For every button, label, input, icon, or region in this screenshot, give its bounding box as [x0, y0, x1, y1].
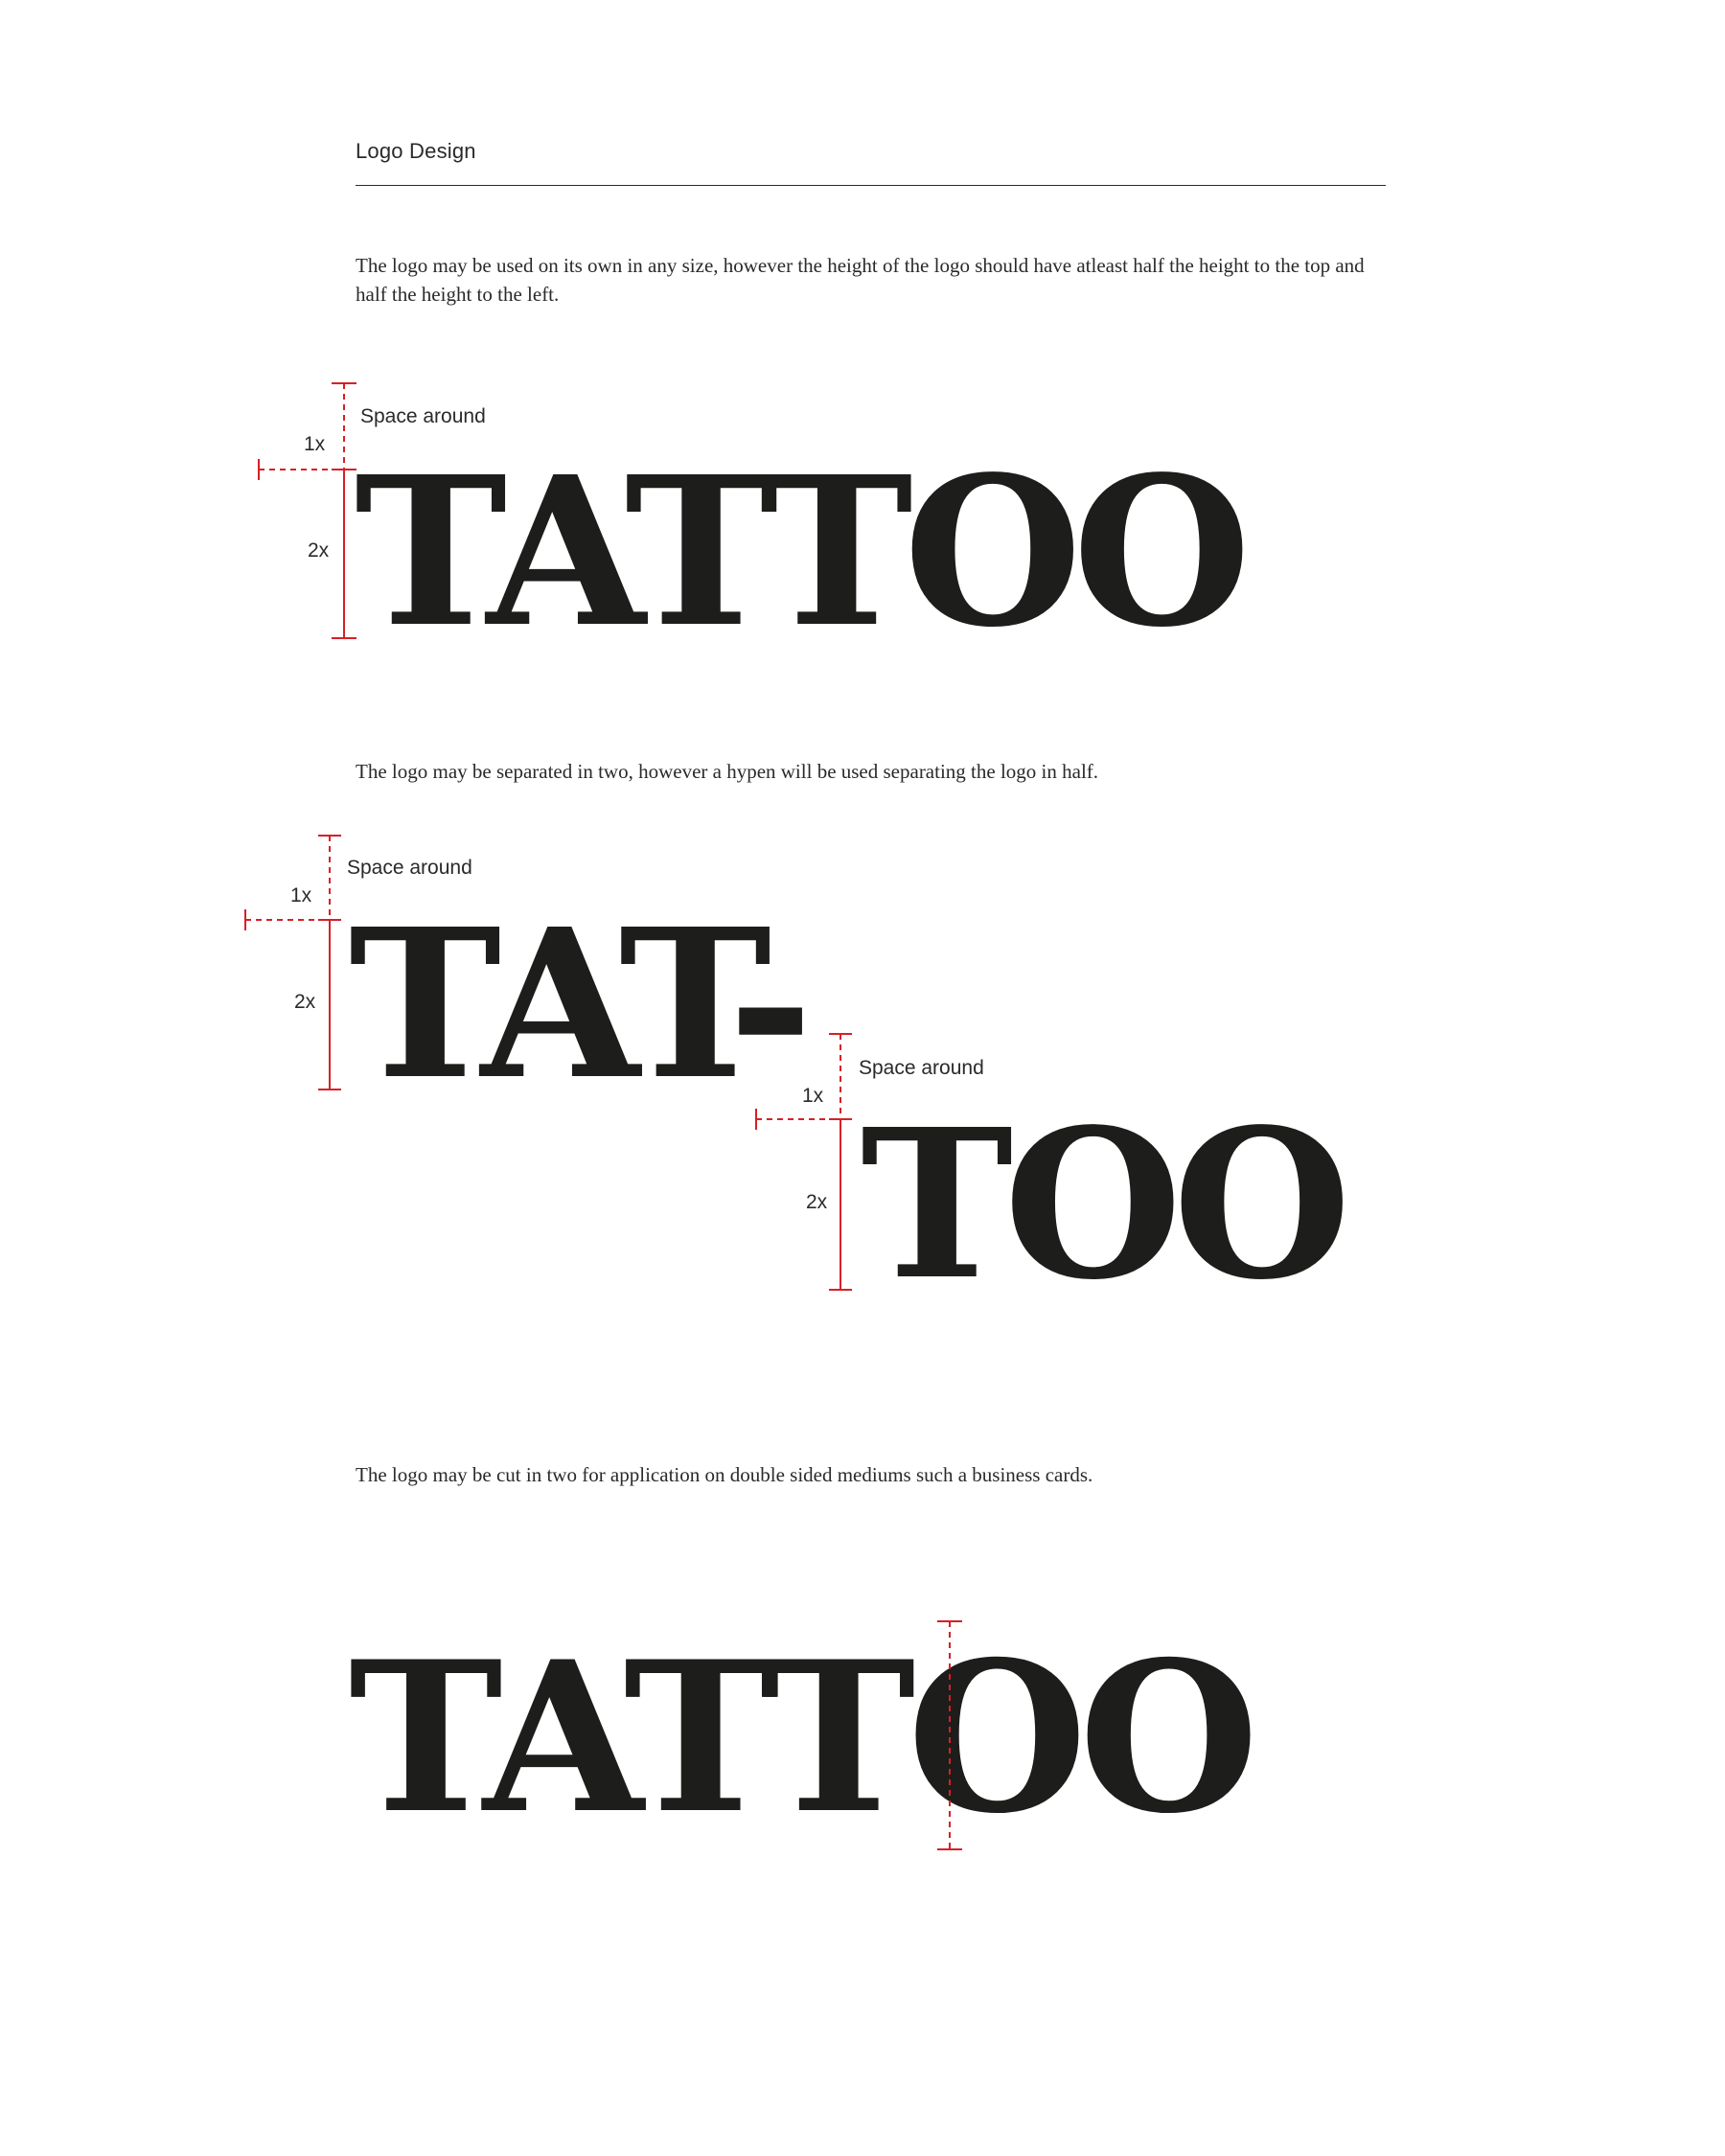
cut-paragraph: The logo may be cut in two for applicati… [356, 1463, 1093, 1486]
logo-cut: TATTOO [349, 1616, 1259, 1859]
guide-set-2 [244, 835, 341, 1090]
space-around-label-3: Space around [859, 1057, 984, 1079]
one-x-label-3: 1x [802, 1085, 824, 1107]
two-x-label-2: 2x [294, 991, 316, 1013]
intro-paragraph: The logo may be used on its own in any s… [356, 254, 1365, 306]
logo-part-1: TAT- [349, 884, 814, 1125]
two-x-label-3: 2x [806, 1191, 828, 1213]
guide-set-1 [258, 382, 356, 639]
logo-guidelines-page: Logo Design The logo may be used on its … [0, 0, 1725, 2156]
logo-part-2: TOO [861, 1085, 1351, 1325]
space-around-label-1: Space around [360, 405, 486, 427]
split-paragraph: The logo may be separated in two, howeve… [356, 760, 1099, 783]
one-x-label-2: 1x [290, 884, 312, 906]
two-x-label-1: 2x [308, 539, 330, 562]
section-title: Logo Design [356, 139, 476, 163]
logo-full: TATTOO [355, 432, 1252, 673]
one-x-label-1: 1x [304, 433, 326, 455]
header-divider [356, 185, 1386, 186]
space-around-label-2: Space around [347, 857, 472, 879]
